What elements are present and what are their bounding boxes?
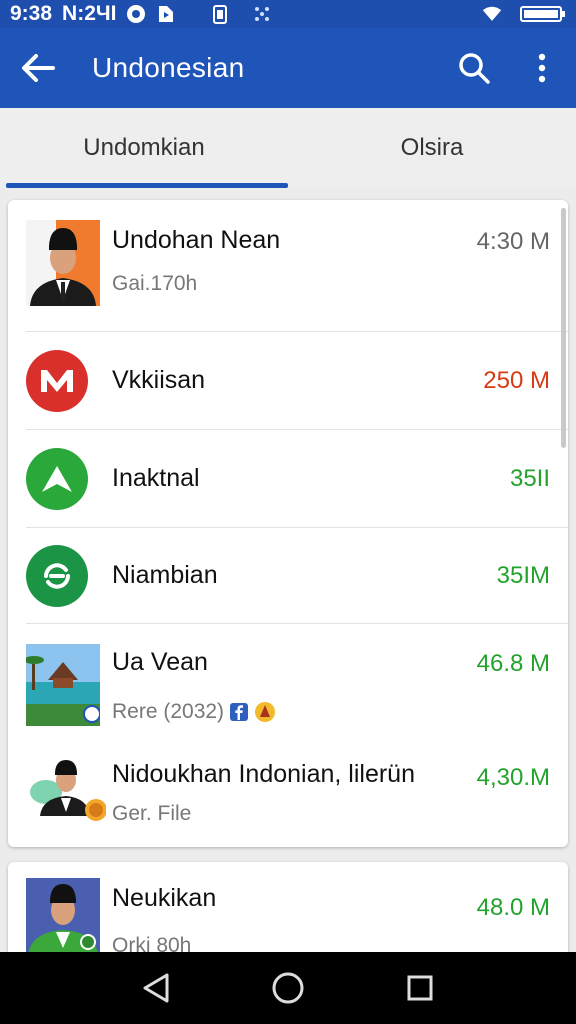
person-photo — [26, 754, 106, 830]
list-item[interactable]: Vkkiisan 250 M — [8, 332, 568, 430]
square-recents-icon — [407, 975, 433, 1001]
nav-home-button[interactable] — [264, 964, 312, 1012]
item-size: 4:30 M — [476, 228, 550, 255]
status-carrier: N:2ЧI — [62, 2, 117, 25]
status-time: 9:38 — [10, 2, 53, 25]
page-title: Undonesian — [92, 52, 245, 83]
notification-icon — [126, 4, 146, 24]
arrow-left-icon — [22, 54, 55, 82]
item-title: Nidoukhan Indonian, lilerün — [112, 760, 415, 788]
search-button[interactable] — [450, 44, 498, 92]
tab-undomkian[interactable]: Undomkian — [0, 108, 288, 188]
item-subtitle: Ger. File — [112, 802, 192, 825]
item-size: 4,30.M — [476, 764, 550, 791]
circle-home-icon — [272, 972, 304, 1004]
badge-icon — [254, 701, 276, 723]
app-notification-icon — [156, 4, 176, 24]
person-photo — [26, 220, 100, 306]
list-item[interactable]: Nidoukhan Indonian, lilerün Ger. File 4,… — [8, 740, 568, 847]
list-item[interactable]: Undohan Nean Gai.170h 4:30 M — [8, 200, 568, 332]
beach-photo — [26, 644, 100, 726]
item-subtitle: Rere (2032) — [112, 700, 276, 724]
green-refresh-logo-icon — [26, 545, 88, 607]
item-title: Inaktnal — [112, 464, 200, 492]
list-item[interactable]: Niambian 35IM — [8, 528, 568, 624]
sync-icon — [252, 4, 272, 24]
facebook-icon — [230, 703, 249, 721]
item-size: 35IM — [496, 562, 550, 589]
green-arrow-logo-icon — [26, 448, 88, 510]
battery-saver-icon — [210, 4, 230, 24]
system-nav-bar — [0, 952, 576, 1024]
list-item[interactable]: Inaktnal 35II — [8, 430, 568, 528]
nav-back-button[interactable] — [132, 964, 180, 1012]
scrollbar[interactable] — [561, 208, 566, 448]
tab-olsira[interactable]: Olsira — [288, 108, 576, 188]
item-title: Undohan Nean — [112, 226, 281, 254]
item-subtitle-text: Rere (2032) — [112, 700, 225, 723]
item-size: 46.8 M — [476, 650, 550, 677]
triangle-back-icon — [143, 973, 169, 1003]
item-subtitle: Gai.170h — [112, 272, 198, 295]
item-size: 35II — [509, 465, 550, 492]
item-size: 48.0 M — [476, 894, 550, 921]
status-bar: 9:38 N:2ЧI — [0, 0, 576, 28]
search-icon — [459, 53, 490, 84]
list-item[interactable]: Ua Vean Rere (2032) 46.8 M — [8, 624, 568, 740]
battery-icon — [520, 4, 566, 24]
item-title: Ua Vean — [112, 648, 208, 676]
more-options-button[interactable] — [518, 44, 566, 92]
person-photo — [26, 878, 100, 954]
red-m-logo-icon — [26, 350, 88, 412]
item-size: 250 M — [483, 367, 550, 394]
back-button[interactable] — [18, 48, 58, 88]
item-title: Niambian — [112, 561, 218, 589]
wifi-icon — [482, 4, 502, 24]
list-card: Undohan Nean Gai.170h 4:30 M Vkkiisan 25… — [8, 200, 568, 847]
more-vert-icon — [538, 53, 546, 83]
app-bar: Undonesian — [0, 28, 576, 108]
item-title: Neukikan — [112, 884, 217, 912]
tab-bar: Undomkian Olsira — [0, 108, 576, 188]
nav-recents-button[interactable] — [396, 964, 444, 1012]
item-title: Vkkiisan — [112, 366, 206, 394]
